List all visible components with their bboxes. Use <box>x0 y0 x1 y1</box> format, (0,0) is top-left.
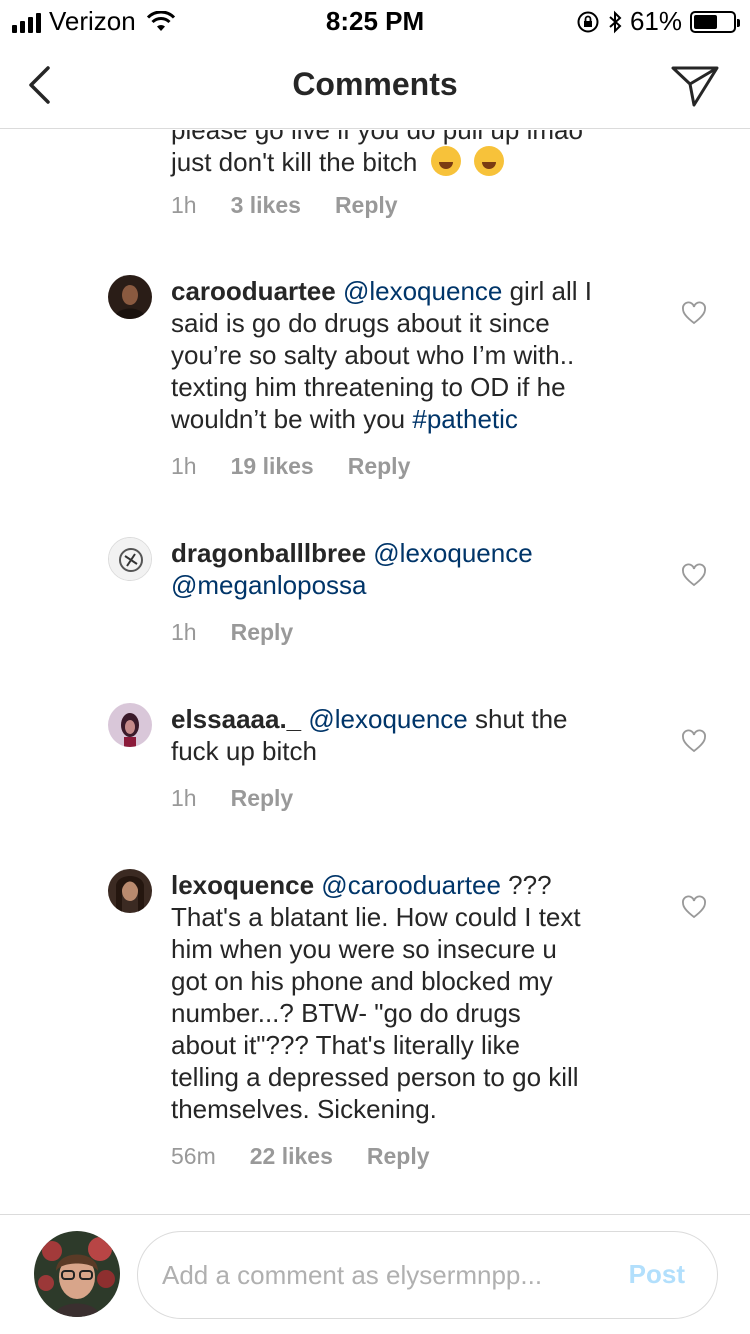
comment-composer: Post <box>0 1214 750 1334</box>
comment-username[interactable]: dragonballlbree <box>171 538 366 568</box>
comment-username[interactable]: carooduartee <box>171 276 336 306</box>
battery-icon <box>690 10 740 33</box>
reply-button[interactable]: Reply <box>231 785 294 812</box>
reply-button[interactable]: Reply <box>348 453 411 480</box>
heart-icon[interactable] <box>681 729 707 753</box>
battery-fill <box>694 14 718 29</box>
face-with-tears-of-joy-icon <box>473 146 504 176</box>
comment-line: got on his phone and blocked my <box>171 966 553 996</box>
reply-button[interactable]: Reply <box>335 192 398 219</box>
comment-line: shut the <box>475 704 568 734</box>
status-bar: Verizon 8:25 PM 61% <box>0 0 750 40</box>
reply-button[interactable]: Reply <box>367 1143 430 1170</box>
comments-list[interactable]: please go live if you do pull up lmao ju… <box>0 130 750 1214</box>
nav-bar: Comments <box>0 40 750 129</box>
comment-meta: 56m 22 likes Reply <box>171 1143 430 1170</box>
comment-username[interactable]: lexoquence <box>171 870 314 900</box>
heart-icon[interactable] <box>681 301 707 325</box>
avatar[interactable] <box>108 703 152 747</box>
comment-time: 1h <box>171 453 197 479</box>
orientation-lock-icon <box>577 11 599 32</box>
comment-text: dragonballlbree @lexoquence @meganloposs… <box>171 537 641 601</box>
comment-text: elssaaaa._ @lexoquence shut the fuck up … <box>171 703 641 767</box>
comment-text: carooduartee @lexoquence girl all I said… <box>171 275 641 435</box>
comment-line: said is go do drugs about it since <box>171 308 550 338</box>
comment-line: number...? BTW- "go do drugs <box>171 998 521 1028</box>
comment-line: telling a depressed person to go kill <box>171 1062 579 1092</box>
avatar[interactable] <box>108 869 152 913</box>
comment-username[interactable]: elssaaaa._ <box>171 704 301 734</box>
avatar[interactable] <box>108 275 152 319</box>
comment-text: please go live if you do pull up lmao ju… <box>171 130 641 178</box>
comment-line: ??? <box>508 870 552 900</box>
avatar[interactable] <box>108 537 152 581</box>
comment-time: 1h <box>171 192 197 218</box>
battery-percent: 61% <box>629 6 682 36</box>
comment-line: That's a blatant lie. How could I text <box>171 902 581 932</box>
comment-meta: 1h 3 likes Reply <box>171 192 398 219</box>
comment-time: 1h <box>171 619 197 645</box>
heart-icon[interactable] <box>681 563 707 587</box>
comment-line: fuck up bitch <box>171 736 317 766</box>
comment-text: lexoquence @carooduartee ??? That's a bl… <box>171 869 641 1125</box>
comment-line: him when you were so insecure u <box>171 934 557 964</box>
status-right: 61% <box>576 6 740 37</box>
comment-partial-line: please go live if you do pull up lmao <box>171 130 583 145</box>
comment-line-text: just don't kill the bitch <box>171 147 418 177</box>
comment-line: wouldn’t be with you <box>171 404 413 434</box>
comment-mention[interactable]: @carooduartee <box>321 870 501 900</box>
comment-likes[interactable]: 19 likes <box>231 453 314 480</box>
comment-mention[interactable]: @lexoquence <box>373 538 532 568</box>
user-avatar <box>34 1231 120 1317</box>
reply-button[interactable]: Reply <box>231 619 294 646</box>
comment-input-box: Post <box>137 1231 718 1319</box>
post-button[interactable]: Post <box>629 1259 685 1290</box>
page-title: Comments <box>292 66 458 102</box>
comment-hashtag[interactable]: #pathetic <box>412 404 518 434</box>
comment-mention[interactable]: @lexoquence <box>308 704 467 734</box>
comment-likes[interactable]: 3 likes <box>231 192 301 219</box>
heart-icon[interactable] <box>681 895 707 919</box>
bluetooth-icon <box>609 10 622 33</box>
comment-time: 56m <box>171 1143 216 1169</box>
loudly-crying-face-icon <box>430 146 461 176</box>
comment-input[interactable] <box>162 1232 592 1318</box>
comment-line: texting him threatening to OD if he <box>171 372 566 402</box>
paper-plane-icon[interactable] <box>670 64 720 108</box>
comment-line: you’re so salty about who I’m with.. <box>171 340 575 370</box>
comment-line: about it"??? That's literally like <box>171 1030 521 1060</box>
comment-line: girl all I <box>509 276 592 306</box>
comment-meta: 1h Reply <box>171 619 293 646</box>
comment-time: 1h <box>171 785 197 811</box>
comment-line: just don't kill the bitch <box>171 146 641 178</box>
comment-mention[interactable]: @meganlopossa <box>171 570 367 600</box>
comment-mention[interactable]: @lexoquence <box>343 276 502 306</box>
comment-line: themselves. Sickening. <box>171 1094 437 1124</box>
comment-meta: 1h Reply <box>171 785 293 812</box>
comment-meta: 1h 19 likes Reply <box>171 453 410 480</box>
comment-likes[interactable]: 22 likes <box>250 1143 333 1170</box>
